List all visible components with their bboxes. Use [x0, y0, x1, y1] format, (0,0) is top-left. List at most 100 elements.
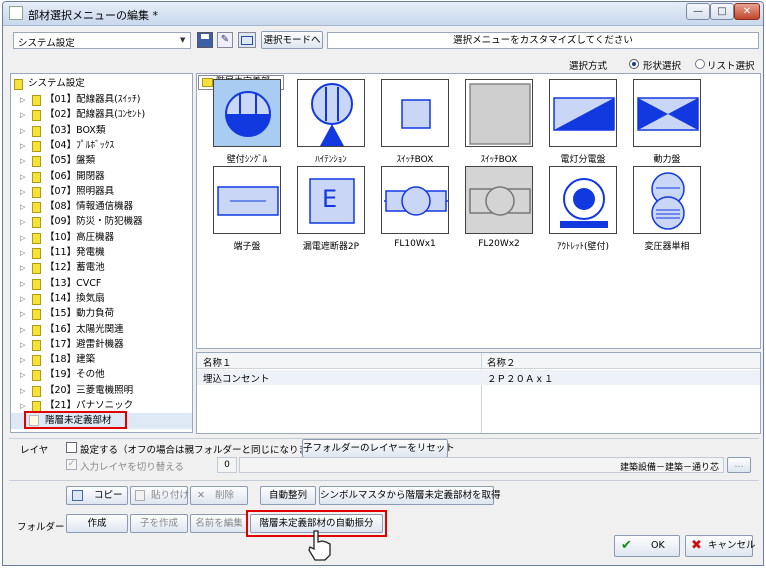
- ok-button[interactable]: ✔ OK: [614, 535, 680, 557]
- folder-icon: [32, 309, 41, 321]
- tree-item[interactable]: ▷ 【16】太陽光関連: [11, 322, 192, 338]
- tree-item[interactable]: ▷ 【02】配線器具(ｺﾝｾﾝﾄ): [11, 107, 192, 123]
- tree-item[interactable]: ▷ 【18】建築: [11, 352, 192, 368]
- edit-icon[interactable]: ✎: [217, 32, 233, 48]
- menu-combo-value: システム設定: [18, 38, 75, 49]
- palette-tile[interactable]: FL10Wx1: [373, 166, 457, 252]
- expand-arrow-icon[interactable]: ▷: [20, 138, 25, 154]
- chevron-down-icon: ▼: [180, 36, 186, 44]
- expand-arrow-icon[interactable]: ▷: [20, 230, 25, 246]
- expand-arrow-icon[interactable]: ▷: [20, 199, 25, 215]
- folder-icon: [32, 140, 41, 152]
- tree-item[interactable]: ▷ 【08】情報通信機器: [11, 199, 192, 215]
- browse-layer-button[interactable]: ...: [727, 457, 751, 473]
- folder-tree[interactable]: システム設定 ▷ 【01】配線器具(ｽｲｯﾁ) ▷ 【02】配線器具(ｺﾝｾﾝﾄ) ▷ 【…: [10, 73, 193, 433]
- tree-item[interactable]: ▷ 【04】ﾌﾟﾙﾎﾞｯｸｽ: [11, 138, 192, 154]
- expand-arrow-icon[interactable]: ▷: [20, 260, 25, 276]
- palette-tile[interactable]: 電灯分電盤: [541, 79, 625, 165]
- create-folder-button[interactable]: 作成: [66, 514, 128, 533]
- tree-item-label: 【14】換気扇: [45, 292, 105, 304]
- tree-item[interactable]: ▷ 【06】開閉器: [11, 169, 192, 185]
- expand-arrow-icon[interactable]: ▷: [20, 107, 25, 123]
- tree-item[interactable]: ▷ 【12】蓄電池: [11, 260, 192, 276]
- palette-tile[interactable]: 動力盤: [625, 79, 709, 165]
- palette-tile-label: ｱｳﾄﾚｯﾄ(壁付): [556, 242, 610, 252]
- expand-arrow-icon[interactable]: ▷: [20, 383, 25, 399]
- expand-arrow-icon[interactable]: ▷: [20, 352, 25, 368]
- tree-item[interactable]: ▷ 【03】BOX類: [11, 123, 192, 139]
- expand-arrow-icon[interactable]: ▷: [20, 367, 25, 383]
- tree-item[interactable]: ▷ 【01】配線器具(ｽｲｯﾁ): [11, 92, 192, 108]
- tree-item[interactable]: ▷ 【13】CVCF: [11, 276, 192, 292]
- paste-button[interactable]: 貼り付け: [130, 486, 189, 505]
- expand-arrow-icon[interactable]: ▷: [20, 291, 25, 307]
- tree-item[interactable]: ▷ 【11】発電機: [11, 245, 192, 261]
- palette-tile[interactable]: ｽｲｯﾁBOX: [457, 79, 541, 165]
- tree-item[interactable]: ▷ 【15】動力負荷: [11, 306, 192, 322]
- select-mode-button[interactable]: 選択モードへ: [261, 31, 323, 49]
- palette-tile[interactable]: ﾊｲﾃﾝｼｮﾝ: [289, 79, 373, 165]
- palette-tile[interactable]: ｽｲｯﾁBOX: [373, 79, 457, 165]
- expand-arrow-icon[interactable]: ▷: [20, 276, 25, 292]
- tree-item[interactable]: ▷ 【14】換気扇: [11, 291, 192, 307]
- tree-item-label: 【15】動力負荷: [45, 308, 115, 320]
- expand-arrow-icon[interactable]: ▷: [20, 245, 25, 261]
- switch-layer-checkbox[interactable]: ✓: [66, 459, 77, 470]
- expand-arrow-icon[interactable]: ▷: [20, 153, 25, 169]
- close-button[interactable]: ✕: [734, 3, 760, 20]
- tree-item[interactable]: ▷ 【19】その他: [11, 367, 192, 383]
- layer-set-checkbox[interactable]: [66, 442, 77, 453]
- palette-tile[interactable]: FL20Wx2: [457, 166, 541, 252]
- expand-arrow-icon[interactable]: ▷: [20, 92, 25, 108]
- palette-tile[interactable]: 端子盤: [205, 166, 289, 252]
- app-icon: [9, 6, 23, 20]
- radio-shape[interactable]: [629, 59, 639, 69]
- radio-list[interactable]: [695, 59, 705, 69]
- expand-arrow-icon[interactable]: ▷: [20, 306, 25, 322]
- menu-combo[interactable]: システム設定 ▼: [13, 32, 191, 49]
- reset-child-layers-button[interactable]: 子フォルダーのレイヤーをリセット: [302, 439, 455, 458]
- shape-palette[interactable]: 階層未定義部... 壁付ｼﾝｸﾞﾙﾊｲﾃﾝｼｮﾝｽｲｯﾁBOXｽｲｯﾁBOX電灯…: [196, 73, 761, 349]
- tree-item-label: 【08】情報通信機器: [45, 201, 134, 213]
- grid-cell-name1: 埋込コンセント: [203, 374, 270, 385]
- window-icon[interactable]: [238, 32, 256, 48]
- switch-layer-label: 入力レイヤを切り替える: [80, 462, 184, 473]
- create-child-folder-button[interactable]: 子を作成: [130, 514, 188, 533]
- high-tension-icon: [297, 79, 365, 147]
- palette-tile[interactable]: 変圧器単相: [625, 166, 709, 252]
- save-icon[interactable]: [197, 32, 213, 48]
- tree-item[interactable]: ▷ 【09】防災・防犯機器: [11, 214, 192, 230]
- palette-tile[interactable]: 壁付ｼﾝｸﾞﾙ: [205, 79, 289, 165]
- tree-item[interactable]: ▷ 【10】高圧機器: [11, 230, 192, 246]
- delete-button[interactable]: ✕ 削除: [190, 486, 248, 505]
- maximize-button[interactable]: □: [710, 3, 734, 20]
- tree-item[interactable]: ▷ 【20】三菱電機照明: [11, 383, 192, 399]
- tree-item[interactable]: ▷ 【17】避雷針機器: [11, 337, 192, 353]
- palette-tile[interactable]: ｱｳﾄﾚｯﾄ(壁付): [541, 166, 625, 252]
- expand-arrow-icon[interactable]: ▷: [20, 214, 25, 230]
- expand-arrow-icon[interactable]: ▷: [20, 337, 25, 353]
- layer-path-field: 建築設備－建築－通り芯: [239, 457, 724, 473]
- tree-item[interactable]: ▷ 【05】盤類: [11, 153, 192, 169]
- expand-arrow-icon[interactable]: ▷: [20, 169, 25, 185]
- table-row[interactable]: 埋込コンセント ２Ｐ２０Ａｘ１: [197, 370, 760, 385]
- details-grid[interactable]: 名称１ 名称２ 埋込コンセント ２Ｐ２０Ａｘ１: [196, 352, 761, 434]
- rename-folder-button[interactable]: 名前を編集: [190, 514, 248, 533]
- switch-box-gray-icon: [465, 79, 533, 147]
- minimize-button[interactable]: —: [686, 3, 710, 20]
- folder-icon: [32, 263, 41, 275]
- folder-icon: [32, 293, 41, 305]
- cancel-button[interactable]: ✖ キャンセル: [685, 535, 756, 557]
- radio-list-label: リスト選択: [707, 61, 755, 72]
- tree-root[interactable]: システム設定: [11, 76, 192, 92]
- folder-icon: [32, 248, 41, 259]
- expand-arrow-icon[interactable]: ▷: [20, 123, 25, 139]
- palette-tile[interactable]: E 漏電遮断器2P: [289, 166, 373, 252]
- layer-path-value: 建築設備－建築－通り芯: [619, 463, 719, 473]
- copy-button[interactable]: コピー: [66, 486, 128, 505]
- expand-arrow-icon[interactable]: ▷: [20, 184, 25, 200]
- fetch-from-symbol-master-button[interactable]: シンボルマスタから階層未定義部材を取得: [319, 486, 501, 505]
- expand-arrow-icon[interactable]: ▷: [20, 322, 25, 338]
- tree-item[interactable]: ▷ 【07】照明器具: [11, 184, 192, 200]
- auto-arrange-button[interactable]: 自動整列: [260, 486, 316, 505]
